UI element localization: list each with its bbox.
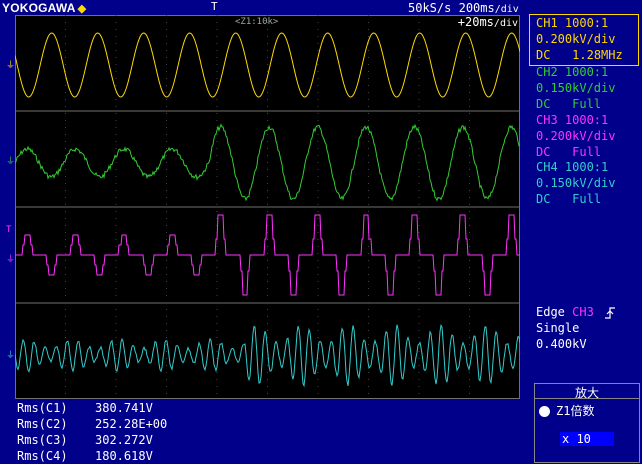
- trigger-type-row: Edge CH3: [536, 304, 616, 320]
- record-unit: div: [500, 4, 519, 15]
- zoom-factor-value[interactable]: x 10: [560, 432, 614, 446]
- trigger-source: CH3: [572, 305, 594, 319]
- rising-edge-icon: [605, 306, 616, 319]
- ch4-ground-icon[interactable]: ⏚: [6, 352, 15, 361]
- ch3-ground-icon[interactable]: ⏚: [6, 256, 15, 265]
- trigger-level: 0.400kV: [536, 337, 587, 351]
- zoom-menu-title: 放大: [535, 384, 639, 400]
- measurement-row: Rms(C3) 302.272V: [17, 433, 153, 447]
- waveform-display[interactable]: <Z1:10k> +20ms/div: [15, 15, 520, 399]
- ch1-info[interactable]: CH1 1000:1 0.200kV/div DC 1.28MHz: [536, 15, 623, 63]
- measurement-row: Rms(C2) 252.28E+00: [17, 417, 168, 431]
- ch2-ground-icon[interactable]: ⏚: [6, 158, 15, 167]
- trigger-type: Edge: [536, 305, 565, 319]
- brand-diamond-icon: ◆: [77, 3, 87, 15]
- measurement-row: Rms(C1) 380.741V: [17, 401, 153, 415]
- ch2-info[interactable]: CH2 1000:1 0.150kV/div DC Full: [536, 64, 615, 112]
- ch3-info[interactable]: CH3 1000:1 0.200kV/div DC Full: [536, 112, 615, 160]
- ch4-trace: [15, 323, 520, 388]
- measurement-panel: Rms(C1) 380.741V Rms(C2) 252.28E+00 Rms(C3…: [17, 400, 167, 464]
- brand-logo: YOKOGAWA ◆: [2, 1, 86, 15]
- ch3-trace: [15, 214, 520, 296]
- waveform-canvas[interactable]: [15, 15, 520, 399]
- brand-name: YOKOGAWA: [2, 1, 76, 15]
- sample-rate: 50kS/s: [408, 1, 452, 15]
- trigger-settings[interactable]: Edge CH3 Single 0.400kV: [536, 304, 616, 352]
- zoom-menu[interactable]: 放大 Z1倍数 x 10: [534, 383, 640, 463]
- measurement-row: Rms(C4) 180.618V: [17, 449, 153, 463]
- record-length: 200ms: [458, 1, 495, 15]
- zoom-factor-item[interactable]: Z1倍数: [539, 402, 594, 419]
- ch1-ground-icon[interactable]: ⏚: [6, 62, 15, 71]
- knob-icon: [539, 406, 550, 417]
- trigger-mode: Single: [536, 321, 580, 335]
- acquisition-settings: 50kS/s 200ms/div: [408, 1, 519, 15]
- trigger-position-marker[interactable]: T: [211, 0, 218, 13]
- time-per-division: +20ms/div: [457, 15, 518, 29]
- ch4-info[interactable]: CH4 1000:1 0.150kV/div DC Full: [536, 159, 615, 207]
- zoom-window-label: <Z1:10k>: [235, 17, 279, 27]
- ch3-trigger-level-icon[interactable]: T: [6, 226, 11, 235]
